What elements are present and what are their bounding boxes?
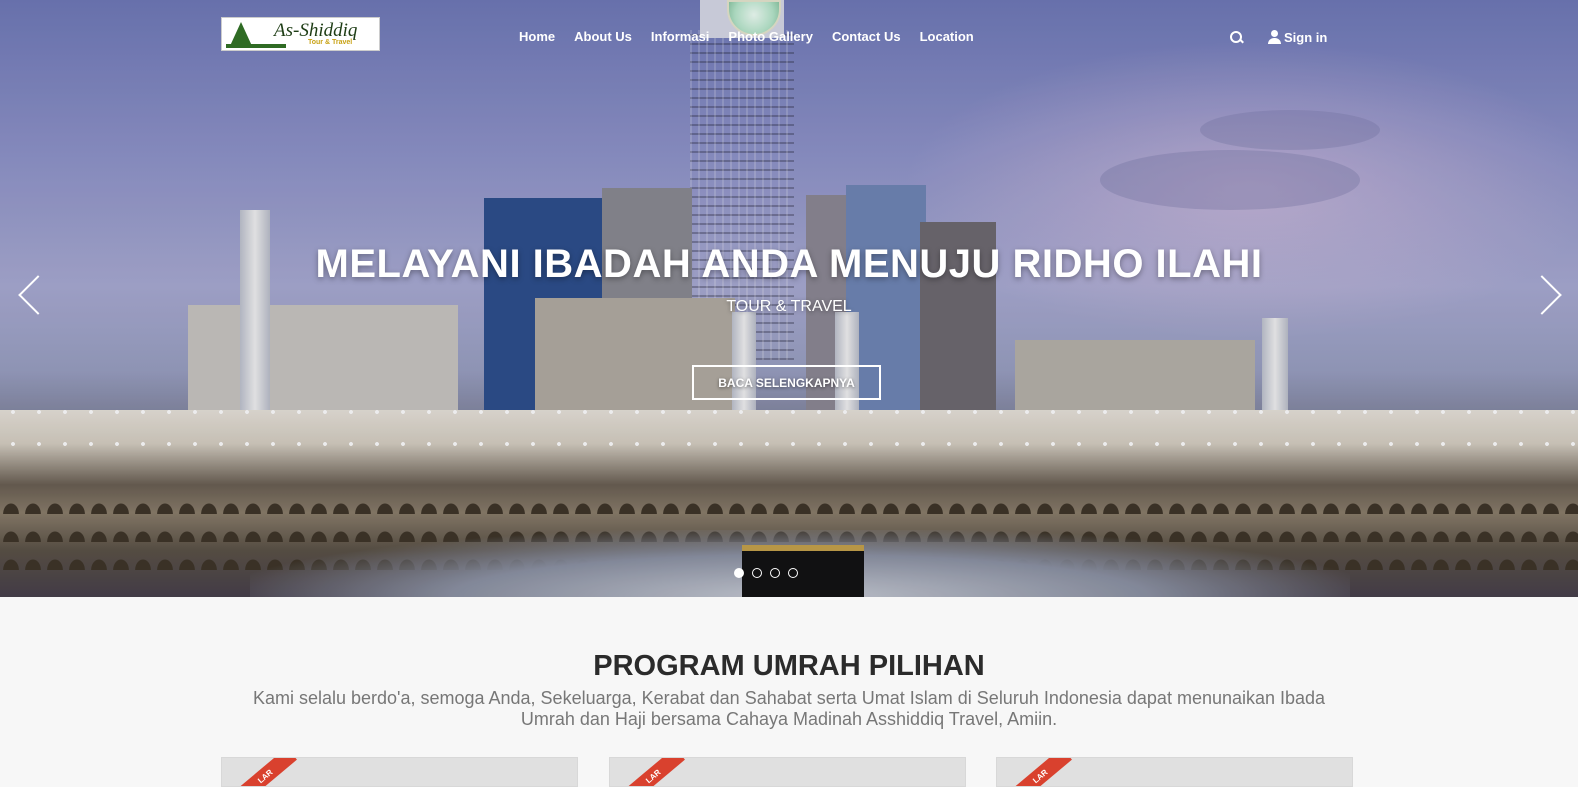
read-more-button[interactable]: BACA SELENGKAPNYA xyxy=(692,365,881,400)
brand-tagline: Tour & Travel xyxy=(308,39,353,46)
hero-carousel: MELAYANI IBADAH ANDA MENUJU RIDHO ILAHI … xyxy=(0,0,1578,597)
carousel-next-icon[interactable] xyxy=(1534,273,1564,317)
carousel-dot[interactable] xyxy=(734,568,744,578)
user-icon xyxy=(1268,30,1281,44)
nav-contact-us[interactable]: Contact Us xyxy=(832,29,901,44)
section-description: Kami selalu berdo'a, semoga Anda, Sekelu… xyxy=(252,688,1326,729)
popular-ribbon: LAR xyxy=(1008,758,1072,786)
section-title: PROGRAM UMRAH PILIHAN xyxy=(593,650,985,682)
program-card[interactable]: LAR xyxy=(609,757,966,787)
nav-about-us[interactable]: About Us xyxy=(574,29,632,44)
nav-informasi[interactable]: Informasi xyxy=(651,29,710,44)
search-icon[interactable] xyxy=(1228,29,1244,45)
carousel-dot[interactable] xyxy=(752,568,762,578)
brand-logo[interactable]: As-Shiddiq Tour & Travel xyxy=(221,17,380,51)
carousel-prev-icon[interactable] xyxy=(14,273,44,317)
nav-location[interactable]: Location xyxy=(920,29,974,44)
program-card[interactable]: LAR xyxy=(996,757,1353,787)
carousel-dot[interactable] xyxy=(770,568,780,578)
sign-in-link[interactable]: Sign in xyxy=(1284,30,1327,45)
program-card[interactable]: LAR xyxy=(221,757,578,787)
popular-ribbon: LAR xyxy=(233,758,297,786)
hero-title: MELAYANI IBADAH ANDA MENUJU RIDHO ILAHI xyxy=(315,242,1263,286)
nav-photo-gallery[interactable]: Photo Gallery xyxy=(728,29,813,44)
nav-home[interactable]: Home xyxy=(519,29,555,44)
carousel-indicators xyxy=(734,568,798,578)
nav-actions: Sign in xyxy=(1228,29,1327,45)
carousel-dot[interactable] xyxy=(788,568,798,578)
hero-subtitle: TOUR & TRAVEL xyxy=(726,298,852,315)
main-nav: Home About Us Informasi Photo Gallery Co… xyxy=(519,29,993,44)
mosque-icon xyxy=(230,22,252,46)
popular-ribbon: LAR xyxy=(621,758,685,786)
